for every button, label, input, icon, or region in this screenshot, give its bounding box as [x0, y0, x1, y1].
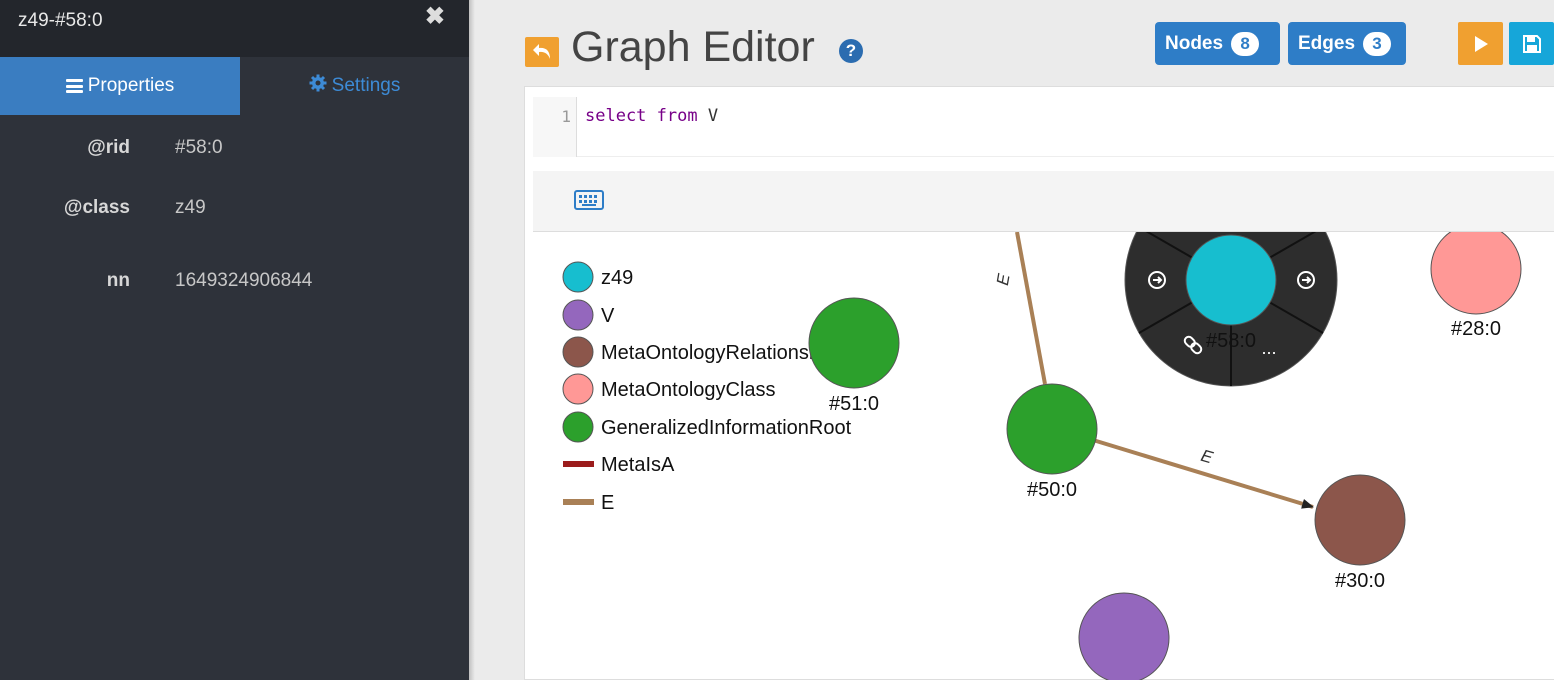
edge-label: E — [993, 272, 1014, 287]
query-editor[interactable]: 1 select from V — [533, 97, 1554, 157]
legend-label: MetaOntologyRelationship — [601, 342, 836, 364]
edge-label: E — [1199, 446, 1216, 468]
edges-label: Edges — [1298, 32, 1356, 54]
graph-toolbar — [533, 171, 1554, 232]
nodes-label: Nodes — [1165, 32, 1224, 54]
query-text[interactable]: select from V — [585, 106, 718, 126]
sidebar-title: z49-#58:0 — [18, 10, 103, 31]
tab-properties-label: Properties — [87, 75, 175, 96]
legend-swatch — [562, 373, 594, 405]
tab-settings[interactable]: Settings — [240, 57, 469, 115]
node-label: #28:0 — [1451, 318, 1501, 340]
help-icon[interactable]: ? — [839, 39, 863, 63]
gear-icon — [309, 74, 327, 98]
property-row: @rid #58:0 — [0, 125, 469, 171]
graph-canvas[interactable]: E E z49 V MetaOntologyRelationship MetaO… — [533, 232, 1554, 680]
tab-properties[interactable]: Properties — [0, 57, 240, 115]
node-label: #58:0 — [1206, 330, 1256, 352]
property-value: z49 — [175, 196, 206, 218]
back-button[interactable] — [525, 37, 559, 67]
line-number: 1 — [561, 107, 571, 126]
play-icon — [1474, 35, 1488, 52]
node-label: #50:0 — [1027, 479, 1077, 501]
graph-edge[interactable] — [1015, 232, 1047, 385]
property-key: @rid — [87, 137, 130, 158]
legend-swatch — [562, 299, 594, 331]
edges-button[interactable]: Edges 3 — [1288, 22, 1406, 65]
graph-node[interactable] — [1314, 474, 1406, 566]
query-target: V — [707, 106, 719, 126]
graph-node[interactable] — [1078, 592, 1170, 680]
undo-icon — [533, 44, 550, 59]
legend-label: z49 — [601, 267, 633, 289]
property-key: nn — [106, 269, 130, 291]
nodes-button[interactable]: Nodes 8 — [1155, 22, 1280, 65]
legend-label: E — [601, 492, 614, 514]
legend-swatch — [563, 499, 594, 505]
node-radial-menu[interactable]: ... #58:0 — [1124, 232, 1338, 387]
property-key: @class — [63, 196, 130, 218]
query-keyword: from — [656, 106, 698, 126]
properties-sidebar: z49-#58:0 ✖ Properties Settings @rid #58… — [0, 0, 469, 680]
edges-count-badge: 3 — [1363, 31, 1392, 56]
keyboard-icon[interactable] — [574, 190, 604, 210]
graph-node[interactable] — [1006, 383, 1098, 475]
legend-swatch — [562, 336, 594, 368]
sidebar-header: z49-#58:0 ✖ — [0, 0, 469, 57]
more-options[interactable]: ... — [1261, 338, 1276, 358]
properties-list: @rid #58:0 @class z49 nn 1649324906844 — [0, 115, 469, 317]
node-label: #51:0 — [829, 393, 879, 415]
query-keyword: select — [585, 106, 647, 126]
legend-swatch — [563, 461, 594, 467]
legend-swatch — [562, 411, 594, 443]
legend-swatch — [562, 261, 594, 293]
save-button[interactable] — [1509, 22, 1554, 65]
graph-node[interactable] — [808, 297, 900, 389]
page-title: Graph Editor — [571, 23, 815, 71]
main-area: Graph Editor ? Nodes 8 Edges 3 1 select … — [475, 0, 1554, 680]
legend-label: MetaOntologyClass — [601, 379, 776, 401]
run-button[interactable] — [1458, 22, 1503, 65]
property-value: #58:0 — [175, 137, 223, 158]
property-row: @class z49 — [0, 171, 469, 244]
sidebar-tabs: Properties Settings — [0, 57, 469, 115]
legend-label: V — [601, 305, 615, 327]
graph-node-selected[interactable] — [1185, 234, 1277, 326]
legend-label: GeneralizedInformationRoot — [601, 417, 852, 439]
tab-settings-label: Settings — [331, 75, 401, 96]
graph-legend: z49 V MetaOntologyRelationship MetaOntol… — [562, 261, 852, 514]
save-icon — [1522, 34, 1541, 53]
legend-label: MetaIsA — [601, 454, 675, 476]
close-icon[interactable]: ✖ — [425, 2, 445, 31]
graph-node[interactable] — [1430, 232, 1522, 315]
line-gutter: 1 — [533, 97, 577, 157]
property-row: nn 1649324906844 — [0, 244, 469, 317]
node-label: #30:0 — [1335, 570, 1385, 592]
property-value: 1649324906844 — [175, 269, 313, 291]
bars-icon — [65, 79, 83, 93]
nodes-count-badge: 8 — [1231, 31, 1260, 56]
query-editor-panel: 1 select from V E E z49 V MetaOntologyRe… — [524, 86, 1554, 680]
